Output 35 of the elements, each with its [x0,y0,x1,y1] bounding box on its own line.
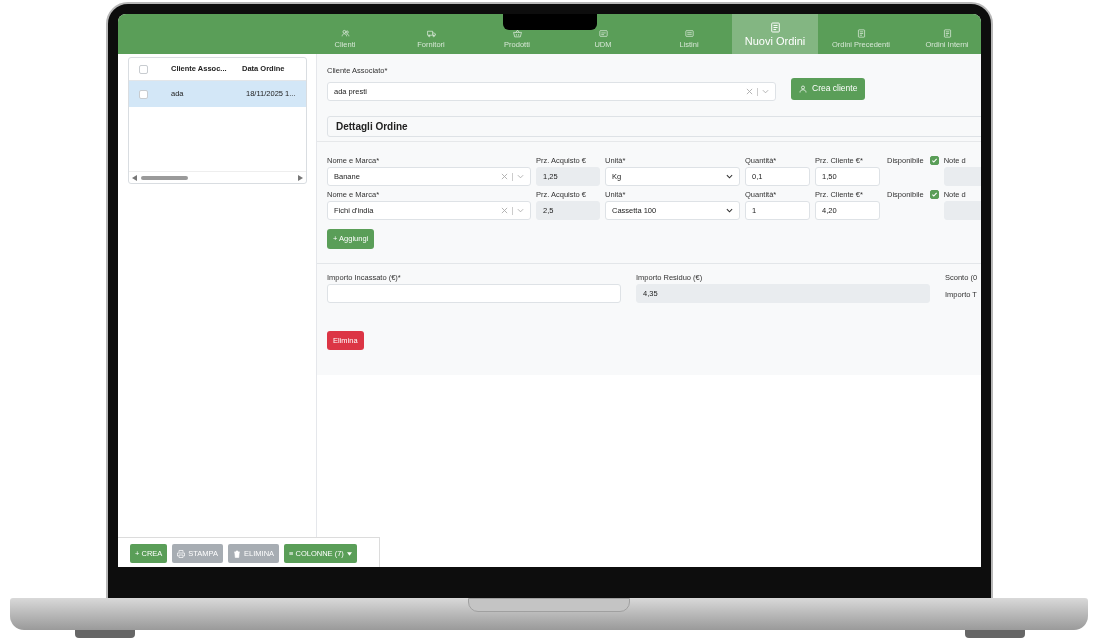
scroll-left-icon [132,174,137,181]
printer-icon [177,549,186,558]
input-field[interactable] [943,201,981,220]
chevron-down-icon [762,89,769,94]
card-icon [598,29,608,38]
document-icon [856,29,866,38]
clear-icon [501,207,508,214]
document-icon [942,29,952,38]
laptop-foot [75,630,135,638]
checkbox[interactable] [929,156,939,165]
clear-icon [746,88,753,95]
check-icon [930,157,938,164]
chevron-down-icon [726,208,733,213]
clear-icon [501,173,508,180]
chevron-down-icon [726,174,733,179]
chevron-down-icon [517,208,524,213]
chevron-down-icon [517,174,524,179]
people-icon [340,29,350,38]
basket-icon [512,29,522,38]
input-field[interactable] [943,167,981,186]
trash-icon [233,549,242,558]
check-icon [930,191,938,198]
document-icon [769,21,781,33]
checkbox[interactable] [138,64,148,74]
checkbox[interactable] [929,190,939,199]
horizontal-scrollbar[interactable] [129,171,306,183]
checkbox[interactable] [138,89,148,99]
truck-icon [426,29,436,38]
list-icon [684,29,694,38]
section-title: Dettagli Ordine [336,120,408,134]
caret-icon [346,551,352,556]
scroll-right-icon [298,174,303,181]
person-icon [799,84,807,93]
input-field[interactable] [327,284,621,303]
laptop-foot [965,630,1025,638]
